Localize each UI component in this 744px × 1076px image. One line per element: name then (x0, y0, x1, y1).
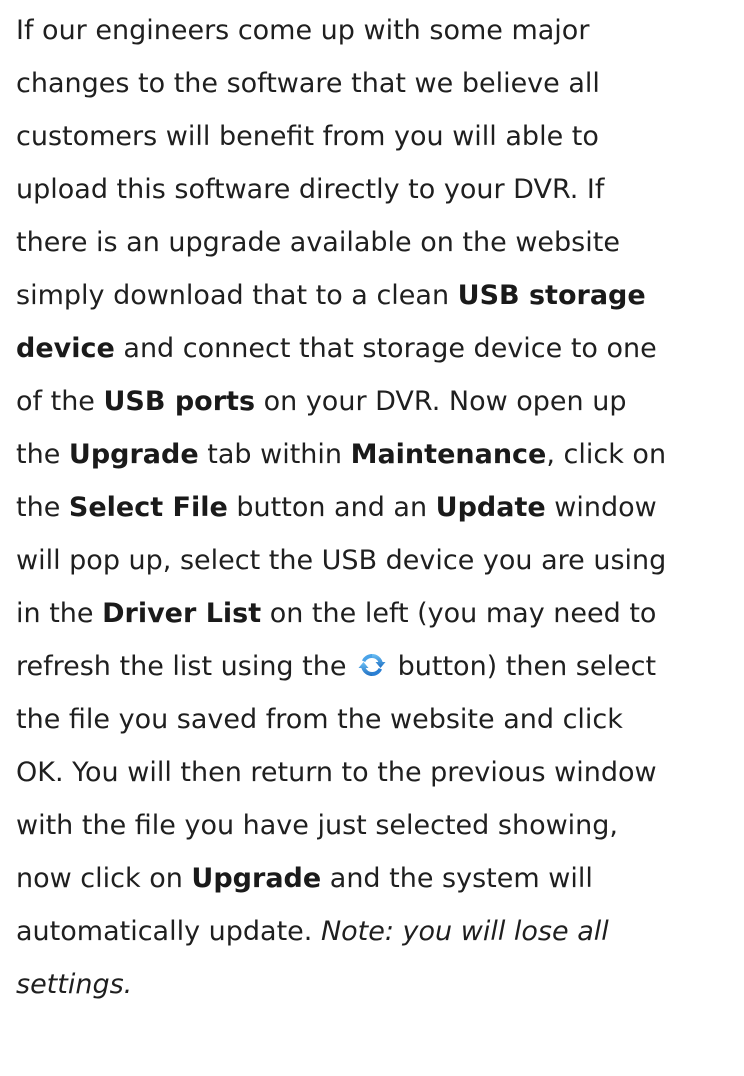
bold-term-select-file: Select File (68, 492, 228, 523)
bold-term-driver-list: Driver List (102, 598, 262, 629)
paragraph-line: will pop up, select the USB device you a… (16, 545, 667, 576)
paragraph-line: simply download that to a clean USB stor… (16, 280, 646, 311)
upgrade-instructions-paragraph: If our engineers come up with some major… (16, 4, 744, 1011)
paragraph-line: the file you saved from the website and … (16, 704, 623, 735)
paragraph-line: now click on Upgrade and the system will (16, 863, 593, 894)
paragraph-line: OK. You will then return to the previous… (16, 757, 657, 788)
note-text: settings. (16, 969, 133, 1000)
paragraph-line: changes to the software that we believe … (16, 68, 600, 99)
paragraph-line: the Select File button and an Update win… (16, 492, 657, 523)
bold-term-upgrade-tab: Upgrade (68, 439, 199, 470)
note-text: Note: you will lose all (320, 916, 609, 947)
bold-term-upgrade-button: Upgrade (191, 863, 322, 894)
page: If our engineers come up with some major… (0, 0, 744, 1076)
bold-term-update: Update (435, 492, 546, 523)
paragraph-line: with the file you have just selected sho… (16, 810, 619, 841)
paragraph-line: refresh the list using the button) then … (16, 650, 657, 682)
paragraph-line: device and connect that storage device t… (16, 333, 657, 364)
bold-term-device: device (16, 333, 115, 364)
paragraph-line: in the Driver List on the left (you may … (16, 598, 657, 629)
paragraph-line: If our engineers come up with some major (16, 15, 590, 46)
refresh-icon-graphic (358, 654, 386, 676)
paragraph-line: there is an upgrade available on the web… (16, 227, 620, 258)
paragraph-line: customers will benefit from you will abl… (16, 121, 599, 152)
paragraph-line: the Upgrade tab within Maintenance, clic… (16, 439, 667, 470)
bold-term-usb-ports: USB ports (103, 386, 256, 417)
bold-term-usb-storage: USB storage (457, 280, 646, 311)
paragraph-line: of the USB ports on your DVR. Now open u… (16, 386, 627, 417)
paragraph-line: automatically update. Note: you will los… (16, 916, 609, 947)
paragraph-line: upload this software directly to your DV… (16, 174, 605, 205)
refresh-icon (357, 650, 387, 680)
bold-term-maintenance: Maintenance (350, 439, 547, 470)
paragraph-line: settings. (16, 958, 744, 1011)
